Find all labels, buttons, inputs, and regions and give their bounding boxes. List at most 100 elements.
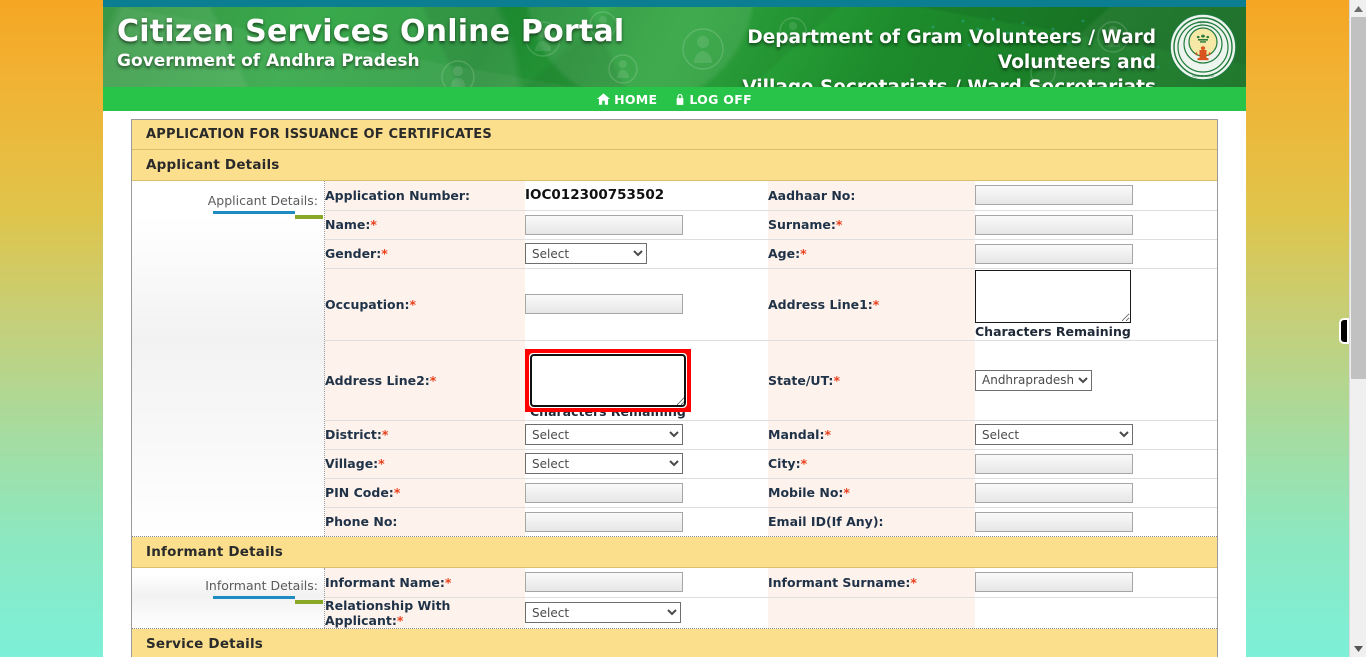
value-pin-code [525, 478, 768, 508]
informant-tab-underline-green [295, 600, 323, 604]
site-title-block: Citizen Services Online Portal Governmen… [117, 15, 624, 72]
name-input[interactable] [525, 214, 683, 235]
department-title: Department of Gram Volunteers / Ward Vol… [636, 25, 1156, 87]
application-number-value: IOC012300753502 [525, 187, 665, 204]
home-icon [597, 93, 611, 105]
label-address-line1: Address Line1:* [768, 268, 975, 341]
table-row: Name:* Surname:* [325, 210, 1217, 240]
value-relationship: Select [525, 597, 768, 628]
pin-code-input[interactable] [525, 482, 683, 503]
address-line2-textarea[interactable] [529, 352, 687, 408]
value-informant-name [525, 568, 768, 598]
site-subtitle: Government of Andhra Pradesh [117, 51, 420, 71]
nav-home-link[interactable]: HOME [597, 92, 657, 107]
label-phone-no: Phone No: [325, 507, 525, 536]
occupation-input[interactable] [525, 294, 683, 314]
main-navbar: HOME LOG OFF [103, 87, 1246, 111]
label-age: Age:* [768, 239, 975, 269]
phone-no-input[interactable] [525, 511, 683, 532]
address-line1-textarea[interactable] [975, 269, 1131, 323]
state-ut-select[interactable]: Andhrapradesh [975, 369, 1092, 391]
informant-surname-input[interactable] [975, 572, 1133, 593]
service-details-section-header: Service Details [132, 628, 1217, 657]
value-mandal: Select [975, 420, 1217, 450]
label-email-id: Email ID(If Any): [768, 507, 975, 536]
label-mobile-no: Mobile No:* [768, 478, 975, 508]
label-application-number: Application Number: [325, 181, 525, 211]
top-accent-strip [103, 0, 1246, 7]
label-relationship: Relationship With Applicant:* [325, 597, 525, 628]
label-name: Name:* [325, 210, 525, 240]
department-line-1: Department of Gram Volunteers / Ward Vol… [747, 27, 1156, 73]
andhra-pradesh-emblem-icon: ಸತ್ಯಮೇವ ಸತ್ಯಮೇವ ಜಯತೇ [1169, 13, 1237, 81]
value-mobile-no [975, 478, 1217, 508]
scroll-up-arrow[interactable] [1350, 0, 1366, 17]
nav-logoff-label: LOG OFF [689, 91, 752, 107]
aadhaar-no-input[interactable] [975, 185, 1133, 206]
label-surname: Surname:* [768, 210, 975, 240]
value-email-id [975, 507, 1217, 536]
surname-input[interactable] [975, 214, 1133, 235]
lock-icon [677, 94, 684, 105]
district-select[interactable]: Select [525, 424, 683, 445]
applicant-fields-table: Application Number: IOC012300753502 Aadh… [325, 181, 1217, 536]
page-container: Citizen Services Online Portal Governmen… [103, 0, 1246, 657]
value-age [975, 239, 1217, 269]
address-line1-wrap: Characters Remaining [975, 269, 1217, 339]
label-village: Village:* [325, 449, 525, 479]
scrollbar-thumb[interactable] [1351, 17, 1366, 379]
table-row: PIN Code:* Mobile No:* [325, 478, 1217, 508]
city-input[interactable] [975, 453, 1133, 474]
age-input[interactable] [975, 243, 1133, 264]
address-line2-focus-highlight [525, 348, 691, 412]
tab-underline-blue [213, 211, 295, 214]
label-occupation: Occupation:* [325, 268, 525, 341]
address-line1-chars-remaining: Characters Remaining [975, 323, 1131, 339]
table-row: Address Line2:* Characters Remaining Sta… [325, 340, 1217, 421]
value-application-number: IOC012300753502 [525, 181, 768, 211]
label-city: City:* [768, 449, 975, 479]
label-relationship-spacer [768, 597, 975, 628]
vertical-scrollbar[interactable] [1349, 0, 1366, 657]
village-select[interactable]: Select [525, 453, 683, 474]
value-district: Select [525, 420, 768, 450]
application-form-panel: APPLICATION FOR ISSUANCE OF CERTIFICATES… [131, 119, 1218, 657]
informant-name-input[interactable] [525, 572, 683, 593]
value-address-line1: Characters Remaining [975, 268, 1217, 341]
informant-fields-table: Informant Name:* Informant Surname:* Rel… [325, 568, 1217, 628]
informant-details-tab[interactable]: Informant Details: [132, 568, 325, 628]
mobile-no-input[interactable] [975, 482, 1133, 503]
mandal-select[interactable]: Select [975, 424, 1133, 445]
chevron-down-icon [1354, 645, 1363, 652]
applicant-details-body: Applicant Details: Application Number: I… [132, 181, 1217, 536]
label-informant-name: Informant Name:* [325, 568, 525, 598]
relationship-select[interactable]: Select [525, 602, 681, 623]
value-relationship-spacer [975, 597, 1217, 628]
value-state-ut: Andhrapradesh [975, 340, 1217, 421]
edge-caret-marker [1339, 318, 1349, 344]
informant-details-section-header: Informant Details [132, 537, 1217, 568]
page-title: APPLICATION FOR ISSUANCE OF CERTIFICATES [132, 120, 1217, 150]
scroll-down-arrow[interactable] [1350, 640, 1366, 657]
value-phone-no [525, 507, 768, 536]
value-name [525, 210, 768, 240]
value-village: Select [525, 449, 768, 479]
nav-logoff-link[interactable]: LOG OFF [675, 92, 752, 107]
email-id-input[interactable] [975, 511, 1133, 532]
site-banner: Citizen Services Online Portal Governmen… [103, 7, 1246, 87]
nav-home-label: HOME [614, 91, 658, 107]
table-row: Village:* Select City:* [325, 449, 1217, 479]
label-informant-surname: Informant Surname:* [768, 568, 975, 598]
table-row: Gender:* Select Age:* [325, 239, 1217, 269]
label-aadhaar-no: Aadhaar No: [768, 181, 975, 211]
site-title: Citizen Services Online Portal [117, 14, 625, 49]
table-row: District:* Select Mandal:* Select [325, 420, 1217, 450]
label-gender: Gender:* [325, 239, 525, 269]
table-row: Informant Name:* Informant Surname:* [325, 568, 1217, 598]
gender-select[interactable]: Select [525, 243, 647, 264]
applicant-details-tab[interactable]: Applicant Details: [132, 181, 325, 536]
table-row: Occupation:* Address Line1:* Characters … [325, 268, 1217, 341]
value-surname [975, 210, 1217, 240]
department-line-2: Village Secretariats / Ward Secretariats [636, 75, 1156, 87]
value-aadhaar-no [975, 181, 1217, 211]
